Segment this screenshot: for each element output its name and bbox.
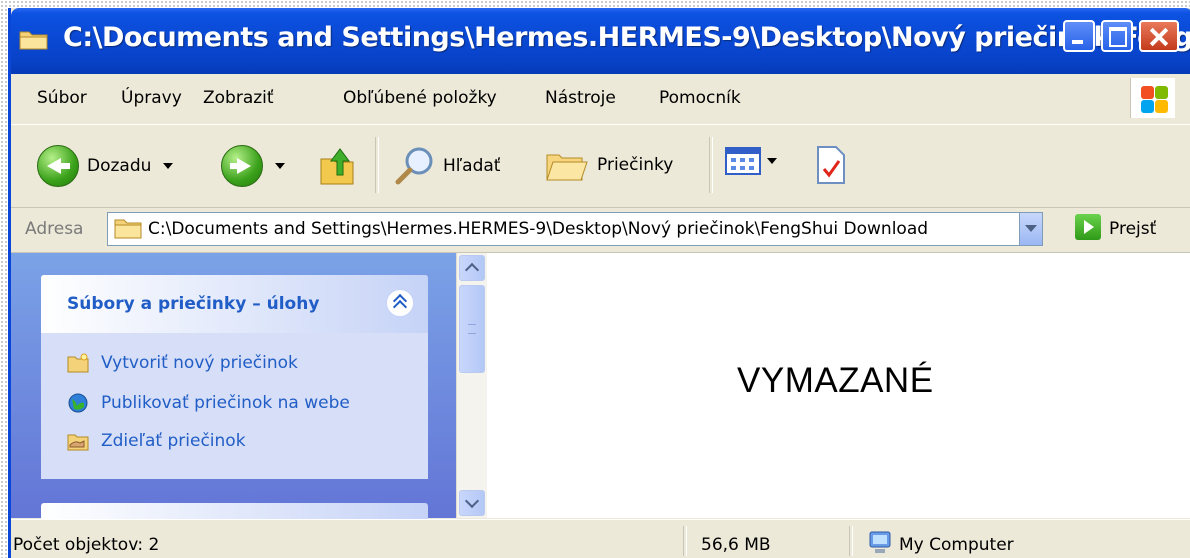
search-label: Hľadať	[443, 156, 501, 176]
forward-dropdown-icon[interactable]	[275, 163, 285, 169]
globe-icon	[68, 393, 88, 413]
file-tasks-panel: Súbory a priečinky – úlohy Vytvoriť nový…	[41, 275, 428, 479]
task-new-folder-label: Vytvoriť nový priečinok	[101, 353, 298, 373]
scroll-thumb[interactable]	[459, 285, 485, 373]
folders-label: Priečinky	[597, 155, 674, 175]
search-icon	[395, 147, 433, 185]
menu-help[interactable]: Pomocník	[659, 88, 741, 108]
folder-icon	[19, 31, 48, 50]
back-label: Dozadu	[87, 156, 152, 176]
forward-arrow-icon	[221, 145, 263, 187]
menu-tools[interactable]: Nástroje	[545, 88, 616, 108]
minimize-button[interactable]	[1063, 20, 1095, 52]
checklist-icon	[817, 146, 845, 184]
file-tasks-header[interactable]: Súbory a priečinky – úlohy	[41, 275, 428, 333]
new-folder-icon	[67, 353, 89, 373]
go-arrow-icon[interactable]	[1075, 214, 1101, 240]
title-bar[interactable]: C:\Documents and Settings\Hermes.HERMES-…	[11, 8, 1190, 74]
status-separator	[849, 526, 853, 556]
address-value: C:\Documents and Settings\Hermes.HERMES-…	[148, 219, 929, 239]
menu-file[interactable]: Súbor	[37, 88, 87, 108]
share-folder-icon	[67, 434, 89, 451]
forward-button[interactable]	[221, 145, 285, 187]
status-bar: Počet objektov: 2 56,6 MB My Computer	[11, 519, 1190, 558]
up-folder-icon	[320, 148, 354, 185]
deleted-text: VYMAZANÉ	[737, 361, 934, 400]
status-object-count: Počet objektov: 2	[13, 535, 160, 555]
task-share-folder-label: Zdieľať priečinok	[101, 431, 246, 451]
task-publish-web-label: Publikovať priečinok na webe	[101, 393, 350, 413]
search-button[interactable]: Hľadať	[393, 145, 500, 187]
scroll-up-icon[interactable]	[459, 255, 485, 281]
menu-view[interactable]: Zobraziť	[203, 88, 274, 108]
explorer-window: C:\Documents and Settings\Hermes.HERMES-…	[8, 8, 1190, 558]
toolbar: Dozadu Hľadať Priečinky	[11, 125, 1190, 208]
back-dropdown-icon[interactable]	[163, 163, 174, 169]
status-size: 56,6 MB	[701, 535, 771, 555]
views-dropdown-icon[interactable]	[767, 158, 777, 164]
views-button[interactable]	[725, 145, 777, 177]
collapse-chevron-icon[interactable]	[386, 289, 414, 317]
folders-button[interactable]: Priečinky	[545, 145, 673, 185]
maximize-button[interactable]	[1101, 20, 1133, 52]
vertical-scrollbar[interactable]	[456, 253, 487, 518]
address-field[interactable]: C:\Documents and Settings\Hermes.HERMES-…	[107, 212, 1043, 246]
menu-bar: Súbor Úpravy Zobraziť Obľúbené položky N…	[11, 74, 1190, 125]
scroll-down-icon[interactable]	[459, 490, 485, 516]
folder-icon	[114, 219, 142, 239]
windows-logo-icon	[1130, 78, 1175, 118]
task-publish-web[interactable]: Publikovať priečinok na webe	[67, 393, 350, 413]
close-button[interactable]	[1139, 20, 1179, 52]
file-list-area[interactable]: VYMAZANÉ	[487, 253, 1190, 518]
address-label: Adresa	[25, 219, 84, 239]
views-icon	[725, 147, 761, 175]
folders-icon	[546, 154, 588, 181]
toolbar-separator	[375, 137, 379, 193]
status-location: My Computer	[899, 535, 1014, 555]
menu-edit[interactable]: Úpravy	[121, 88, 182, 108]
back-button[interactable]: Dozadu	[37, 145, 174, 187]
address-bar: Adresa C:\Documents and Settings\Hermes.…	[11, 208, 1190, 253]
task-pane: Súbory a priečinky – úlohy Vytvoriť nový…	[11, 253, 456, 533]
toolbar-separator	[709, 137, 713, 193]
address-dropdown-icon[interactable]	[1019, 213, 1042, 245]
window-title: C:\Documents and Settings\Hermes.HERMES-…	[63, 22, 1190, 53]
my-computer-icon	[869, 531, 891, 553]
menu-favorites[interactable]: Obľúbené položky	[343, 88, 497, 108]
task-share-folder[interactable]: Zdieľať priečinok	[67, 431, 246, 451]
checklist-button[interactable]	[815, 145, 847, 185]
go-label[interactable]: Prejsť	[1109, 219, 1156, 239]
file-tasks-title: Súbory a priečinky – úlohy	[67, 294, 320, 314]
back-arrow-icon	[37, 145, 79, 187]
status-separator	[683, 526, 687, 556]
up-folder-button[interactable]	[317, 145, 357, 187]
task-new-folder[interactable]: Vytvoriť nový priečinok	[67, 353, 298, 373]
